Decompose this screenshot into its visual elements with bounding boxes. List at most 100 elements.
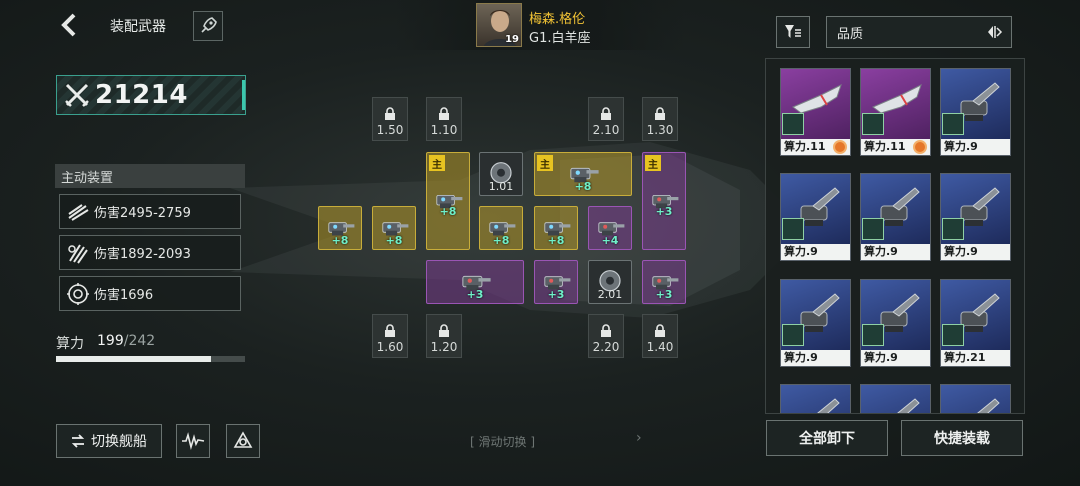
filter-button[interactable] (776, 16, 810, 48)
filter-icon (785, 25, 801, 38)
weapon-slot[interactable]: +8 主 (426, 152, 470, 250)
inventory-item[interactable] (860, 384, 931, 413)
device-row-2[interactable]: 伤害1892-2093 (59, 235, 241, 270)
ship-info-button[interactable] (193, 11, 223, 41)
tri-node-icon (233, 431, 253, 448)
locked-slot-value: 2.20 (592, 340, 620, 354)
locked-slot[interactable]: 1.20 (426, 314, 462, 358)
waveform-button[interactable] (176, 424, 210, 458)
weapon-slot[interactable]: +3 主 (642, 152, 686, 250)
swap-arrows-icon (71, 434, 85, 448)
turret-icon (817, 398, 840, 413)
item-art (781, 385, 850, 413)
rank-badge-icon (862, 218, 884, 240)
inventory-item[interactable]: 算力.9 (860, 173, 931, 261)
lock-icon (439, 324, 449, 337)
quick-equip-button[interactable]: 快捷装载 (901, 420, 1023, 456)
lock-icon (655, 324, 665, 337)
sort-toggle-icon (988, 26, 1003, 38)
slot-bonus: +8 (331, 234, 349, 247)
weapon-slot[interactable]: +8 主 (534, 152, 632, 196)
slot-bonus: +8 (547, 234, 565, 247)
device-row-3[interactable]: 伤害1696 (59, 276, 241, 311)
crossed-swords-icon (65, 83, 89, 107)
weapon-slot[interactable]: +8 (479, 206, 523, 250)
main-weapon-tag: 主 (645, 155, 661, 171)
locked-slot-value: 2.10 (592, 123, 620, 137)
main-weapon-tag: 主 (537, 155, 553, 171)
inventory-item[interactable]: 算力.9 (940, 68, 1011, 156)
swipe-arrow-icon: › (636, 430, 642, 446)
captain-name: 梅森.格伦 (529, 12, 586, 27)
inventory-item[interactable] (780, 384, 851, 413)
locked-slot-value: 1.40 (646, 340, 674, 354)
inventory-item[interactable]: 算力.9 (780, 173, 851, 261)
inventory-item[interactable]: 算力.9 (860, 279, 931, 367)
weapon-slot[interactable]: 2.01 (588, 260, 632, 304)
switch-ship-button[interactable]: 切换舰船 (56, 424, 162, 458)
weapon-slot[interactable]: +8 (372, 206, 416, 250)
locked-slot[interactable]: 1.10 (426, 97, 462, 141)
active-device-panel: 主动装置 伤害2495-2759 伤害1892-2093 伤害1696 (55, 164, 245, 311)
locked-slot-value: 1.50 (376, 123, 404, 137)
unequip-all-button[interactable]: 全部卸下 (766, 420, 888, 456)
inventory-item[interactable]: 算力.9 (780, 279, 851, 367)
slot-value: 2.01 (597, 288, 623, 301)
rank-badge-icon (782, 218, 804, 240)
locked-slot[interactable]: 1.30 (642, 97, 678, 141)
swipe-hint-label: 滑动切换 (478, 435, 527, 449)
lock-icon (385, 107, 395, 120)
locked-slot-value: 1.30 (646, 123, 674, 137)
weapon-slot[interactable]: +3 (642, 260, 686, 304)
weapon-slot[interactable]: +4 (588, 206, 632, 250)
captain-avatar[interactable]: 19 (476, 3, 522, 47)
rank-badge-icon (782, 113, 804, 135)
locked-slot-value: 1.20 (430, 340, 458, 354)
gear-burst-icon (67, 282, 89, 305)
active-device-title: 主动装置 (55, 164, 245, 188)
inventory-item[interactable] (940, 384, 1011, 413)
compute-bar-fill (56, 356, 212, 362)
captain-level: 19 (505, 34, 519, 45)
compute-bar (56, 356, 245, 362)
locked-slot[interactable]: 1.50 (372, 97, 408, 141)
formation-button[interactable] (226, 424, 260, 458)
inventory-item[interactable]: 算力.11 (860, 68, 931, 156)
item-art (941, 385, 1010, 413)
combat-power: 21214 (56, 75, 246, 115)
lock-icon (601, 107, 611, 120)
lock-icon (385, 324, 395, 337)
combat-power-value: 21214 (95, 80, 188, 110)
slot-value: 1.01 (488, 180, 514, 193)
rank-badge-icon (862, 324, 884, 346)
weapon-slot[interactable]: +8 (318, 206, 362, 250)
switch-ship-label: 切换舰船 (91, 434, 147, 450)
locked-slot[interactable]: 2.20 (588, 314, 624, 358)
compute-label: 算力 (56, 336, 84, 352)
back-button[interactable] (58, 12, 80, 38)
chevron-left-icon (61, 13, 76, 37)
locked-slot[interactable]: 2.10 (588, 97, 624, 141)
rank-badge-icon (942, 218, 964, 240)
compute-max: 242 (128, 333, 156, 349)
weapon-slot[interactable]: +8 (534, 206, 578, 250)
weapon-slot[interactable]: +3 (426, 260, 524, 304)
locked-slot[interactable]: 1.60 (372, 314, 408, 358)
locked-slot[interactable]: 1.40 (642, 314, 678, 358)
device-row-2-text: 伤害1892-2093 (94, 247, 191, 262)
device-row-3-text: 伤害1696 (94, 288, 154, 303)
slot-bonus: +4 (601, 234, 619, 247)
device-row-1[interactable]: 伤害2495-2759 (59, 194, 241, 229)
sort-dropdown[interactable]: 品质 (826, 16, 1012, 48)
rank-badge-icon (942, 113, 964, 135)
weapon-slot[interactable]: +3 (534, 260, 578, 304)
inventory-item[interactable]: 算力.21 (940, 279, 1011, 367)
inventory-item[interactable]: 算力.9 (940, 173, 1011, 261)
slot-bonus: +3 (547, 288, 565, 301)
item-compute-label: 算力.9 (941, 139, 1010, 155)
item-art (861, 385, 930, 413)
item-compute-label: 算力.9 (861, 244, 930, 260)
inventory-item[interactable]: 算力.11 (780, 68, 851, 156)
weapon-slot[interactable]: 1.01 (479, 152, 523, 196)
slot-bonus: +8 (574, 180, 592, 193)
